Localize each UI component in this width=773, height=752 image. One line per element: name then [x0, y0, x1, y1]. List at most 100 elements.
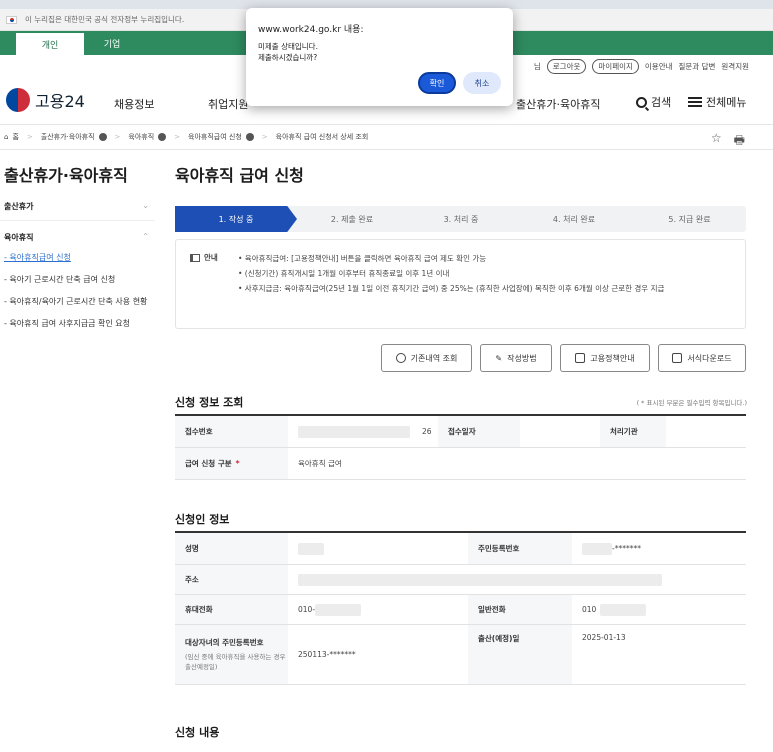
phone-label: 일반전화 [468, 595, 572, 624]
birth-date-value: 2025-01-13 [582, 633, 626, 642]
dropdown-icon [158, 133, 167, 141]
logout-button[interactable]: 로그아웃 [546, 59, 587, 74]
user-suffix: 님 [533, 62, 541, 71]
breadcrumb: ⌂ 홈 > 출산휴가·육아휴직 > 육아휴직 > 육아휴직급여 신청 > 육아휴… [0, 124, 773, 150]
sidebar-group-maternity[interactable]: 출산휴가 ⌄ [0, 201, 155, 221]
rrn-value: -******* [572, 533, 746, 564]
address-label: 주소 [175, 565, 288, 594]
breadcrumb-current: 육아휴직 급여 신청서 상세 조회 [275, 133, 369, 141]
all-menu-label: 전체메뉴 [706, 96, 747, 109]
receipt-no-label: 접수번호 [175, 416, 288, 447]
form-download-button[interactable]: 서식다운로드 [658, 344, 746, 372]
monitor-download-icon [672, 353, 683, 363]
table-row: 접수번호 26 접수일자 처리기관 [175, 416, 746, 448]
receipt-date-value [520, 416, 600, 447]
breadcrumb-benefit-apply[interactable]: 육아휴직급여 신청 [188, 132, 254, 142]
notice-line: • 사후지급금: 육아휴직급여(25년 1월 1일 이전 휴직기간 급여) 중 … [238, 284, 665, 293]
gnb-jobs[interactable]: 채용정보 [114, 96, 154, 112]
hamburger-icon [688, 97, 702, 107]
document-search-icon [575, 353, 586, 363]
step-2: 2. 제출 완료 [330, 214, 374, 224]
breadcrumb-parental-leave[interactable]: 육아휴직 [128, 132, 167, 142]
notice-heading: 안내 [190, 252, 218, 263]
tab-personal[interactable]: 개인 [16, 31, 84, 55]
remote-support-link[interactable]: 원격지원 [721, 61, 749, 72]
qna-link[interactable]: 질문과 답변 [679, 61, 716, 72]
mobile-label: 휴대전화 [175, 595, 288, 624]
confirm-dialog: www.work24.go.kr 내용: 미제출 상태입니다. 제출하시겠습니까… [246, 8, 513, 106]
sidebar-item-deferred-payment[interactable]: - 육아휴직 급여 사후지급금 확인 요청 [4, 318, 154, 330]
progress-steps: 1. 작성 중 2. 제출 완료 3. 처리 중 4. 처리 완료 5. 지급 … [175, 206, 746, 232]
name-label: 성명 [175, 533, 288, 564]
search-history-icon [395, 353, 406, 363]
sidebar-item-benefit-apply[interactable]: - 육아휴직급여 신청 [4, 252, 154, 264]
dropdown-icon [245, 133, 254, 141]
table-row: 성명 주민등록번호 -******* [175, 533, 746, 565]
site-logo[interactable]: 고용24 [6, 88, 85, 112]
sidebar-items: - 육아휴직급여 신청 - 육아기 근로시간 단축 급여 신청 - 육아휴직/육… [4, 252, 154, 340]
process-org-label: 처리기관 [600, 416, 666, 447]
gnb-employment-support[interactable]: 취업지원 [208, 96, 248, 112]
rrn-label: 주민등록번호 [468, 533, 572, 564]
chevron-down-icon: ⌄ [142, 201, 149, 210]
table-row: 주소 [175, 565, 746, 595]
policy-guide-button[interactable]: 고용정책안내 [560, 344, 650, 372]
search-icon [636, 96, 647, 108]
tab-corporate[interactable]: 기업 [92, 31, 132, 55]
sidebar-group-parental[interactable]: 육아휴직 ⌃ [0, 232, 155, 251]
dropdown-icon [98, 133, 107, 141]
sidebar-item-usage-status[interactable]: - 육아휴직/육아기 근로시간 단축 사용 현황 [4, 296, 154, 308]
history-lookup-button[interactable]: 기존내역 조회 [381, 344, 472, 372]
search-label: 검색 [651, 96, 672, 109]
notice-line: • (신청기간) 휴직개시일 1개월 이후부터 휴직종료일 이후 1년 이내 [238, 269, 450, 278]
howto-button[interactable]: ✎ 작성방법 [480, 344, 552, 372]
dialog-ok-button[interactable]: 확인 [418, 72, 456, 94]
benefit-type-label: 급여 신청 구분 * [175, 448, 288, 479]
breadcrumb-separator: > [174, 133, 181, 141]
print-icon[interactable]: 🖶 [734, 131, 745, 152]
megaphone-icon [190, 253, 200, 262]
dialog-title: www.work24.go.kr 내용: [258, 25, 364, 35]
breadcrumb-separator: > [114, 133, 121, 141]
breadcrumb-home[interactable]: ⌂ 홈 [4, 132, 19, 142]
table-row: 휴대전화 010- 일반전화 010 [175, 595, 746, 625]
korea-flag-icon [6, 15, 17, 24]
utility-links: 님 로그아웃 마이페이지 이용안내 질문과 답변 원격지원 [534, 59, 749, 74]
birth-date-label: 출산(예정)일 [468, 625, 572, 684]
process-org-value [666, 416, 746, 447]
name-value [288, 533, 468, 564]
table-row: 급여 신청 구분 * 육아휴직 급여 [175, 448, 746, 480]
benefit-type-value: 육아휴직 급여 [298, 459, 342, 468]
child-rrn-label: 대상자녀의 주민등록번호 (임신 중에 육아휴직을 사용하는 경우 출산예정일) [175, 625, 288, 684]
dialog-message: 미제출 상태입니다. 제출하시겠습니까? [258, 42, 318, 62]
step-5: 5. 지급 완료 [668, 214, 711, 224]
mypage-button[interactable]: 마이페이지 [592, 59, 639, 74]
page-title: 육아휴직 급여 신청 [175, 166, 304, 185]
applicant-info-title: 신청인 정보 [175, 513, 230, 526]
receipt-date-label: 접수일자 [438, 416, 520, 447]
table-row: 대상자녀의 주민등록번호 (임신 중에 육아휴직을 사용하는 경우 출산예정일)… [175, 625, 746, 685]
gov-banner-text: 이 누리집은 대한민국 공식 전자정부 누리집입니다. [25, 15, 185, 24]
favorite-star-icon[interactable]: ☆ [711, 131, 722, 152]
sidebar-item-reduced-hours[interactable]: - 육아기 근로시간 단축 급여 신청 [4, 274, 154, 286]
notice-line: • 육아휴직급여: [고용정책안내] 버튼을 클릭하면 육아휴직 급여 제도 확… [238, 254, 487, 263]
receipt-no-value: 26 [288, 416, 438, 447]
breadcrumb-maternity[interactable]: 출산휴가·육아휴직 [41, 132, 107, 142]
logo-text: 고용24 [35, 92, 85, 111]
notice-lines: • 육아휴직급여: [고용정책안내] 버튼을 클릭하면 육아휴직 급여 제도 확… [238, 251, 733, 296]
required-note: ( * 표시된 부분은 필수입력 항목입니다.) [636, 399, 747, 407]
dialog-cancel-button[interactable]: 취소 [463, 72, 501, 94]
search-button[interactable]: 검색 [636, 94, 671, 110]
pencil-icon: ✎ [495, 353, 503, 363]
notice-box: 안내 • 육아휴직급여: [고용정책안내] 버튼을 클릭하면 육아휴직 급여 제… [175, 239, 746, 329]
guide-link[interactable]: 이용안내 [645, 61, 673, 72]
breadcrumb-separator: > [261, 133, 268, 141]
application-content-title: 신청 내용 [175, 726, 220, 739]
child-rrn-value: 250113-******* [298, 650, 356, 659]
gnb-maternity[interactable]: 출산휴가·육아휴직 [516, 96, 600, 112]
chevron-up-icon: ⌃ [142, 232, 149, 241]
step-1: 1. 작성 중 [175, 206, 297, 232]
address-value [288, 565, 746, 594]
all-menu-button[interactable]: 전체메뉴 [688, 94, 746, 110]
applicant-info-table: 성명 주민등록번호 -******* 주소 휴대전화 010- 일반전화 010… [175, 531, 746, 685]
